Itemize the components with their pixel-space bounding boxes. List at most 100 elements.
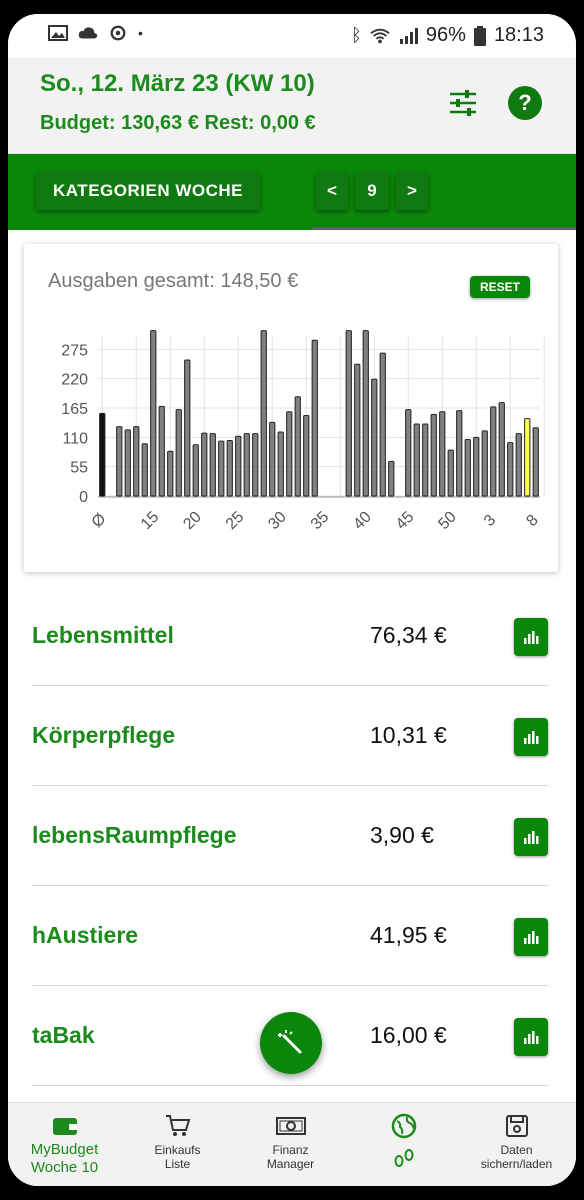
nav-label-line1: Finanz: [272, 1143, 309, 1157]
y-tick-label: 110: [62, 430, 88, 447]
chart-bar: [124, 429, 131, 497]
signal-icon: [399, 27, 418, 44]
bar-chart-icon: [524, 631, 539, 644]
sliders-icon[interactable]: [448, 88, 478, 118]
status-bar: • ᛒ 96% 18:13: [8, 14, 576, 58]
chart-bar-average: [99, 412, 106, 497]
help-button[interactable]: ?: [508, 86, 542, 120]
category-chart-button[interactable]: [514, 818, 548, 856]
category-name: lebensRaumpflege: [32, 822, 237, 848]
chart-bar: [439, 411, 446, 497]
category-chart-button[interactable]: [514, 718, 548, 756]
nav-finanzmanager[interactable]: Finanz Manager: [234, 1103, 347, 1186]
chart-bar: [464, 438, 471, 497]
chart-bar: [175, 409, 182, 497]
category-row-lebensmittel[interactable]: Lebensmittel 76,34 €: [32, 586, 548, 686]
category-amount: 10,31 €: [370, 722, 447, 748]
chart-bar: [150, 330, 157, 497]
y-tick-label: 55: [70, 460, 88, 477]
wallet-icon: [52, 1118, 77, 1135]
nav-label-line2: Manager: [266, 1157, 315, 1171]
chart-bar: [252, 433, 259, 497]
chart-bar: [209, 433, 216, 497]
chart-bar: [141, 443, 148, 497]
nav-einkaufsliste[interactable]: Einkaufs Liste: [121, 1103, 234, 1186]
chart-bar: [269, 421, 276, 497]
x-tick-label: 8: [523, 512, 541, 530]
x-tick-label: 20: [180, 508, 205, 533]
chart-bar: [277, 431, 284, 497]
week-number[interactable]: 9: [355, 172, 389, 210]
category-chart-button[interactable]: [514, 1018, 548, 1056]
chart-bar-current: [524, 418, 531, 497]
clock: 18:13: [493, 24, 544, 46]
chart-bar: [311, 339, 318, 497]
x-tick-label: 25: [223, 508, 248, 533]
weekly-spending-chart[interactable]: 0 55 110 165 220 275 Ø 15 20 25 30 35 40 45 50 3 8: [24, 244, 558, 572]
chart-bar: [532, 427, 539, 497]
chart-bar: [286, 411, 293, 497]
wifi-icon: [370, 28, 390, 43]
category-chart-button[interactable]: [514, 918, 548, 956]
category-name: hAustiere: [32, 922, 139, 948]
magic-wand-button[interactable]: [260, 1012, 322, 1074]
category-row-koerperpflege[interactable]: Körperpflege 10,31 €: [32, 686, 548, 786]
y-tick-label: 275: [61, 342, 88, 359]
chart-bar: [243, 433, 250, 497]
category-amount: 3,90 €: [370, 822, 434, 848]
cart-icon: [165, 1115, 190, 1136]
chart-bar: [218, 440, 225, 497]
chart-bar: [235, 435, 242, 497]
chart-bar: [303, 414, 310, 497]
cloud-icon: [78, 27, 98, 39]
nav-mybudget[interactable]: MyBudget Woche 10: [8, 1103, 121, 1186]
category-amount: 41,95 €: [370, 922, 447, 948]
chart-bar: [447, 449, 454, 497]
category-name: taBak: [32, 1022, 95, 1048]
image-icon: [48, 25, 68, 41]
money-icon: [275, 1117, 306, 1135]
nav-daten-sichern[interactable]: Daten sichern/laden: [460, 1103, 573, 1186]
chart-bar: [226, 440, 233, 497]
chart-bar: [201, 432, 208, 497]
battery-icon: [473, 25, 486, 46]
category-row-haustiere[interactable]: hAustiere 41,95 €: [32, 886, 548, 986]
sync-icon: [110, 25, 126, 41]
chart-bar: [184, 359, 191, 497]
battery-percent: 96%: [425, 24, 466, 46]
chart-bar: [498, 402, 505, 497]
chart-bar: [473, 436, 480, 497]
date-title: So., 12. März 23 (KW 10): [40, 70, 315, 97]
category-name: Körperpflege: [32, 722, 176, 748]
tab-indicator: [312, 227, 576, 230]
chart-bar: [481, 430, 488, 497]
category-chart-button[interactable]: [514, 618, 548, 656]
category-row-lebensraumpflege[interactable]: lebensRaumpflege 3,90 €: [32, 786, 548, 886]
previous-week-button[interactable]: <: [316, 172, 348, 210]
globe-icon: [391, 1113, 416, 1139]
magic-wand-icon: [278, 1030, 302, 1054]
bar-chart-icon: [524, 831, 539, 844]
y-tick-label: 165: [61, 401, 88, 418]
chart-bar: [133, 426, 140, 497]
footprints-icon: [394, 1149, 413, 1167]
x-tick-label: 50: [435, 508, 460, 533]
chart-bar: [354, 363, 361, 497]
week-toolbar: KATEGORIEN WOCHE < 9 >: [8, 154, 576, 230]
x-tick-label: 3: [481, 512, 499, 530]
category-name: Lebensmittel: [32, 622, 174, 648]
bluetooth-icon: ᛒ: [351, 25, 362, 45]
nav-eco[interactable]: [347, 1103, 460, 1186]
category-week-button[interactable]: KATEGORIEN WOCHE: [36, 172, 260, 210]
nav-label-line2: Woche 10: [30, 1159, 99, 1176]
budget-summary: Budget: 130,63 € Rest: 0,00 €: [40, 112, 316, 134]
chart-bar: [116, 426, 123, 497]
bar-chart-icon: [524, 1031, 539, 1044]
nav-label-line2: Liste: [164, 1157, 191, 1171]
next-week-button[interactable]: >: [396, 172, 428, 210]
chart-bar: [192, 444, 199, 497]
chart-bar: [413, 423, 420, 497]
chart-bar: [362, 330, 369, 497]
chart-bar: [371, 378, 378, 497]
chart-bar: [456, 410, 463, 497]
